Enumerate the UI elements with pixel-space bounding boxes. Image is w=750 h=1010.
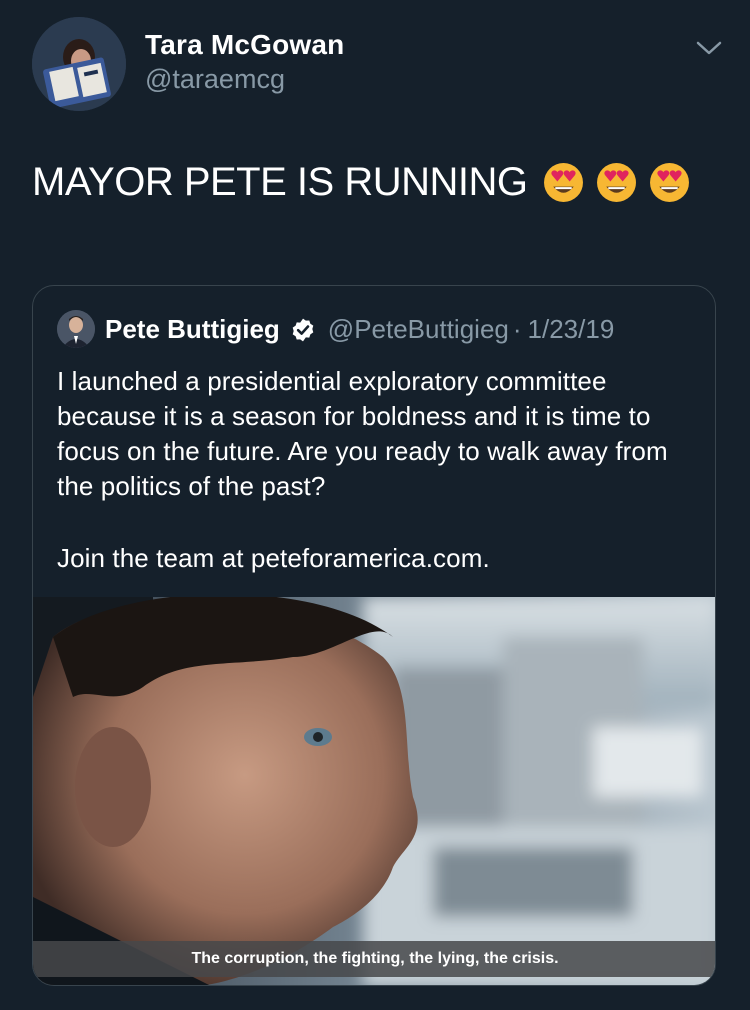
separator-dot: ·	[512, 314, 522, 344]
heart-eyes-emoji	[650, 163, 690, 202]
quoted-tweet-header: Pete Buttigieg @PeteButtigieg · 1/23/19	[105, 314, 614, 345]
quoted-author-avatar[interactable]	[57, 310, 95, 348]
author-avatar[interactable]	[32, 17, 126, 111]
quoted-tweet-date[interactable]: 1/23/19	[528, 314, 615, 345]
emoji-group	[543, 162, 690, 203]
quoted-tweet-card[interactable]: Pete Buttigieg @PeteButtigieg · 1/23/19 …	[32, 285, 716, 986]
verified-badge-icon	[292, 318, 314, 341]
tweet: Tara McGowan @taraemcg MAYOR PETE IS RUN…	[0, 0, 750, 1010]
quoted-author-name[interactable]: Pete Buttigieg	[105, 314, 280, 345]
tweet-text-content: MAYOR PETE IS RUNNING	[32, 160, 528, 204]
quoted-author-handle[interactable]: @PeteButtigieg	[328, 314, 509, 345]
chevron-down-icon[interactable]	[694, 37, 724, 59]
author-handle[interactable]: @taraemcg	[145, 64, 285, 95]
quoted-paragraph-1: I launched a presidential exploratory co…	[57, 366, 668, 501]
quoted-paragraph-2: Join the team at peteforamerica.com.	[57, 543, 490, 573]
author-name[interactable]: Tara McGowan	[145, 29, 344, 61]
tweet-text: MAYOR PETE IS RUNNING	[32, 160, 690, 205]
caption-bar: The corruption, the fighting, the lying,…	[33, 941, 715, 977]
heart-eyes-emoji	[544, 163, 584, 202]
quoted-tweet-body: I launched a presidential exploratory co…	[57, 364, 697, 613]
video-caption: The corruption, the fighting, the lying,…	[191, 950, 559, 967]
heart-eyes-emoji	[597, 163, 637, 202]
video-thumbnail[interactable]: The corruption, the fighting, the lying,…	[33, 597, 715, 985]
